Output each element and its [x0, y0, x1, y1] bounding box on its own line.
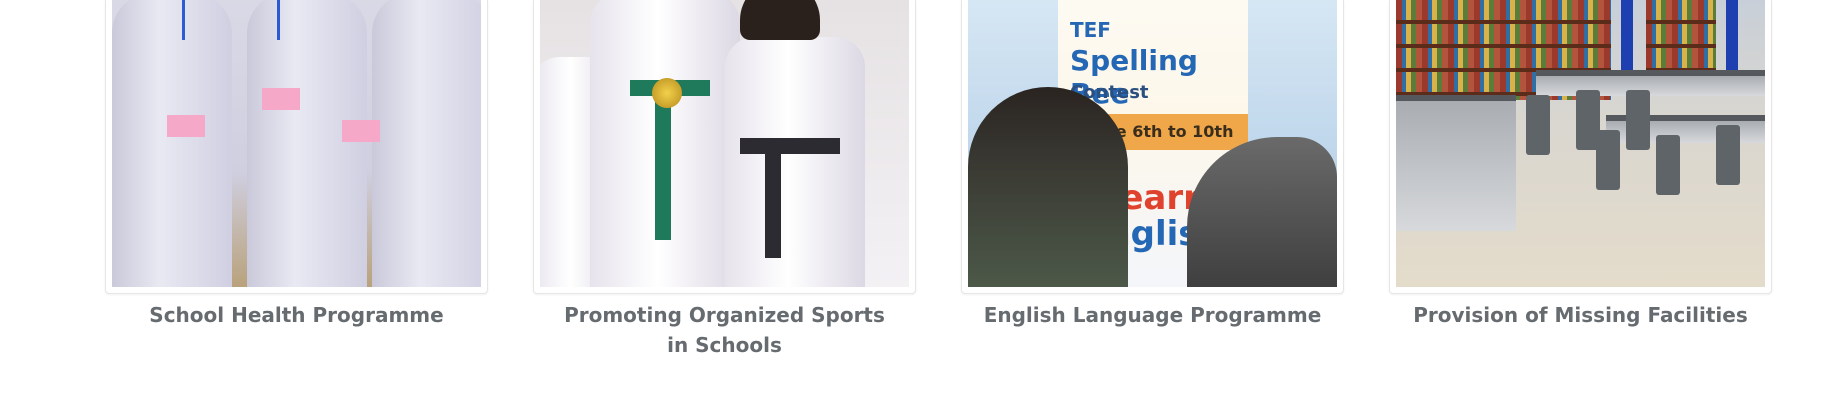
school-health-photo[interactable]: [112, 0, 481, 287]
programme-thumbnail: [105, 0, 488, 294]
programme-thumbnail: TEF Spelling Bee Contest Grade 6th to 10…: [961, 0, 1344, 294]
medal-icon: [652, 78, 682, 108]
programme-card-organized-sports[interactable]: Promoting Organized Sports in Schools: [533, 0, 916, 360]
programme-card-missing-facilities[interactable]: Provision of Missing Facilities: [1389, 0, 1772, 330]
programme-title[interactable]: School Health Programme: [105, 300, 488, 330]
programme-card-english-language[interactable]: TEF Spelling Bee Contest Grade 6th to 10…: [961, 0, 1344, 330]
programme-thumbnail: [1389, 0, 1772, 294]
programmes-grid: School Health Programme Promoting Organi…: [105, 0, 1772, 412]
programme-thumbnail: [533, 0, 916, 294]
missing-facilities-photo[interactable]: [1396, 0, 1765, 287]
programme-title[interactable]: English Language Programme: [961, 300, 1344, 330]
programme-title[interactable]: Provision of Missing Facilities: [1389, 300, 1772, 330]
programme-title[interactable]: Promoting Organized Sports in Schools: [533, 300, 916, 360]
english-language-photo[interactable]: TEF Spelling Bee Contest Grade 6th to 10…: [968, 0, 1337, 287]
poster-brand: TEF: [1070, 18, 1111, 42]
programme-card-school-health[interactable]: School Health Programme: [105, 0, 488, 330]
organized-sports-photo[interactable]: [540, 0, 909, 287]
